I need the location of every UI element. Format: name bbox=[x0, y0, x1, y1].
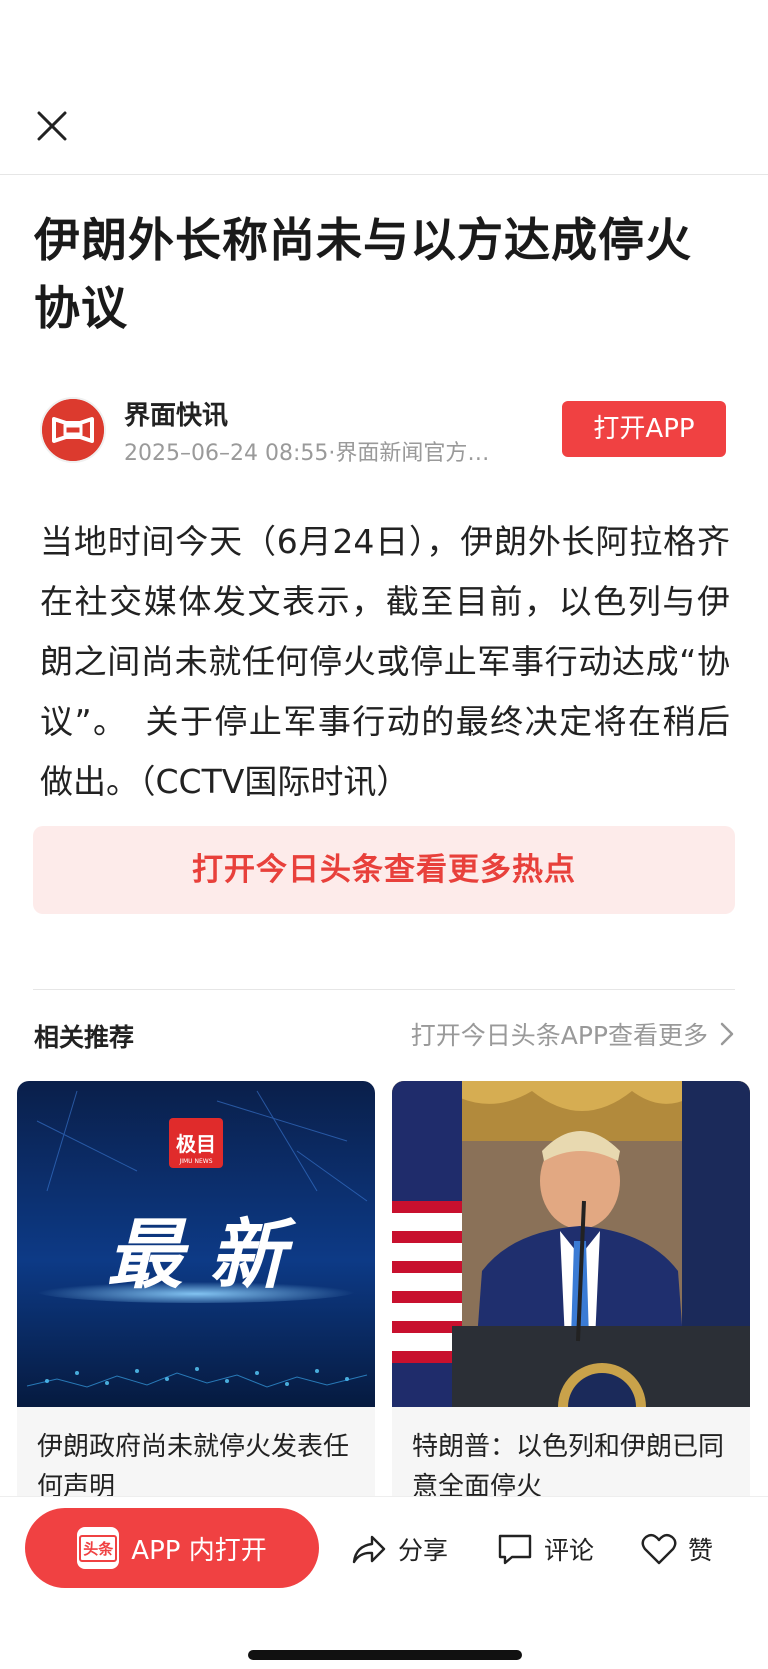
comment-button[interactable]: 评论 bbox=[496, 1527, 594, 1571]
bottom-bar: 头条 APP 内打开 分享 评论 赞 bbox=[0, 1497, 768, 1669]
breaking-text: 最 新 bbox=[107, 1210, 297, 1299]
share-icon bbox=[352, 1535, 386, 1564]
open-app-button[interactable]: 打开APP bbox=[562, 401, 726, 457]
card-title: 特朗普：以色列和伊朗已同意全面停火 bbox=[412, 1432, 725, 1502]
card-title: 伊朗政府尚未就停火发表任何声明 bbox=[37, 1432, 350, 1502]
article-body: 当地时间今天（6月24日），伊朗外长阿拉格齐在社交媒体发文表示，截至目前，以色列… bbox=[40, 522, 730, 801]
open-in-app-button[interactable]: 头条 APP 内打开 bbox=[25, 1508, 319, 1588]
press-conference-photo bbox=[392, 1081, 750, 1407]
related-more-link[interactable]: 打开今日头条APP查看更多 bbox=[411, 1016, 734, 1052]
close-icon bbox=[37, 111, 67, 141]
divider bbox=[33, 989, 735, 990]
author-name[interactable]: 界面快讯 bbox=[124, 395, 228, 432]
close-button[interactable] bbox=[30, 104, 74, 148]
card-thumbnail: 极目 JIMU NEWS 最 新 bbox=[17, 1081, 375, 1407]
chevron-right-icon bbox=[720, 1022, 734, 1046]
toutiao-logo-text: 头条 bbox=[79, 1534, 118, 1562]
heart-icon bbox=[641, 1533, 677, 1565]
author-row: 界面快讯 2025–06–24 08:55·界面新闻官方… 打开APP bbox=[40, 395, 730, 467]
like-button[interactable]: 赞 bbox=[640, 1527, 713, 1571]
comment-icon bbox=[498, 1534, 532, 1565]
related-title: 相关推荐 bbox=[34, 1023, 135, 1052]
share-label: 分享 bbox=[398, 1536, 449, 1565]
jiemian-logo-icon bbox=[42, 399, 104, 461]
breaking-news-image: 极目 JIMU NEWS 最 新 bbox=[17, 1081, 375, 1407]
like-label: 赞 bbox=[688, 1536, 714, 1565]
share-button[interactable]: 分享 bbox=[350, 1527, 448, 1571]
related-card[interactable]: 极目 JIMU NEWS 最 新 伊朗政府尚未就停火发表任何声明 bbox=[17, 1081, 375, 1511]
article-meta: 2025–06–24 08:55·界面新闻官方… bbox=[124, 441, 490, 466]
related-card[interactable]: 特朗普：以色列和伊朗已同意全面停火 bbox=[392, 1081, 750, 1511]
top-bar bbox=[0, 0, 768, 175]
article-title: 伊朗外长称尚未与以方达成停火协议 bbox=[34, 213, 692, 335]
jimu-badge-text: 极目 bbox=[176, 1132, 216, 1156]
open-in-app-label: APP 内打开 bbox=[131, 1535, 267, 1566]
author-avatar[interactable] bbox=[40, 397, 106, 463]
related-more-label: 打开今日头条APP查看更多 bbox=[410, 1021, 708, 1050]
home-indicator bbox=[248, 1650, 522, 1660]
jimu-badge-sub: JIMU NEWS bbox=[178, 1158, 212, 1165]
more-hot-button[interactable]: 打开今日头条查看更多热点 bbox=[33, 826, 735, 914]
card-thumbnail bbox=[392, 1081, 750, 1407]
comment-label: 评论 bbox=[544, 1536, 595, 1565]
toutiao-logo-icon: 头条 bbox=[77, 1527, 120, 1569]
